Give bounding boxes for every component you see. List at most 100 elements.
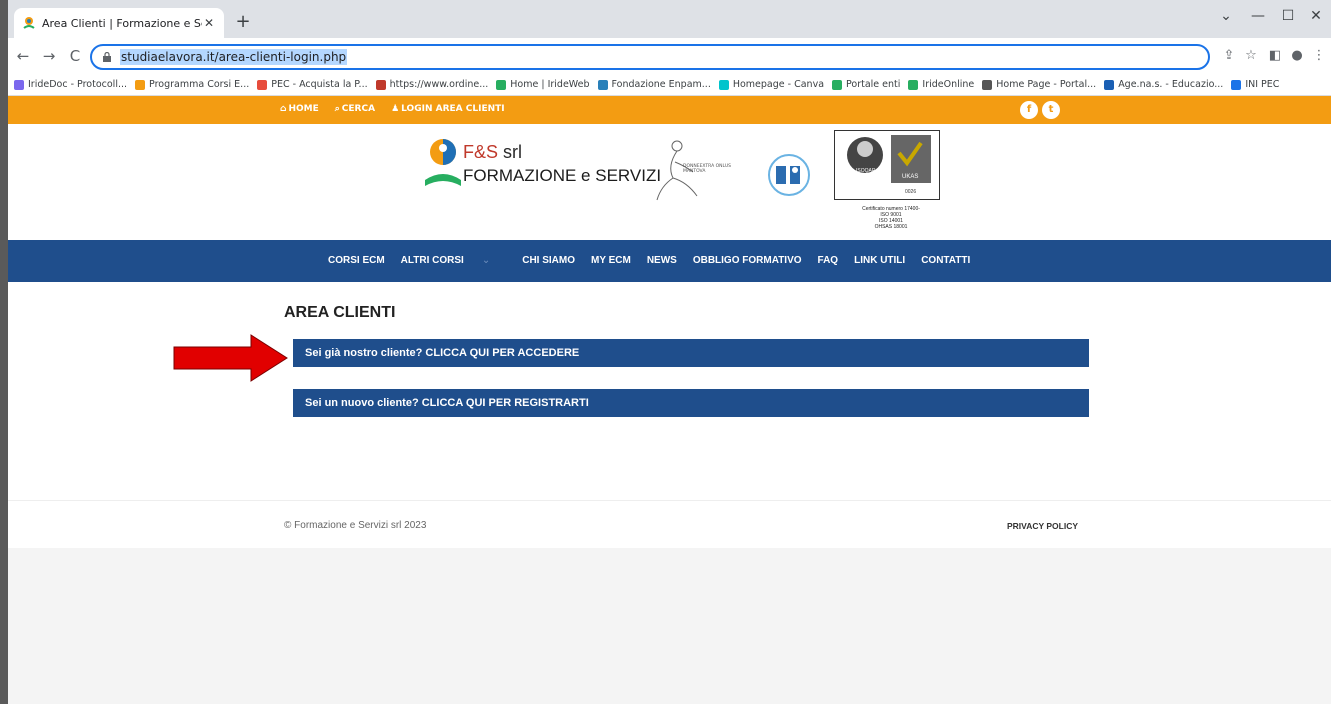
bookmark-item[interactable]: Homepage - Canva <box>718 79 825 90</box>
minimize-button[interactable]: — <box>1244 8 1272 24</box>
bookmark-item[interactable]: Age.na.s. - Educazio... <box>1104 79 1223 90</box>
certification-text: Certificato numero 17400- ISO 9001 ISO 1… <box>862 206 920 230</box>
sia-mark-icon <box>776 166 800 184</box>
bookmark-item[interactable]: https://www.ordine... <box>375 79 489 90</box>
bookmark-favicon-icon <box>496 79 507 90</box>
bookmark-favicon-icon <box>597 79 608 90</box>
nav-obbligo-formativo[interactable]: OBBLIGO FORMATIVO <box>693 255 802 266</box>
logo-subtitle: FORMAZIONE e SERVIZI <box>463 166 662 185</box>
nav-faq[interactable]: FAQ <box>818 255 839 266</box>
chevron-down-icon: ⌄ <box>481 255 491 266</box>
bookmark-item[interactable]: PEC - Acquista la P... <box>257 79 368 90</box>
bookmark-label: Fondazione Enpam... <box>611 79 711 90</box>
logo-brand: F&S srl <box>463 142 523 162</box>
certification-badge: ISOQAR UKAS 0026 <box>834 130 940 200</box>
nav-contatti[interactable]: CONTATTI <box>921 255 970 266</box>
bookmark-label: Age.na.s. - Educazio... <box>1118 79 1224 90</box>
nav-my-ecm[interactable]: MY ECM <box>591 255 631 266</box>
bookmark-favicon-icon <box>14 79 24 90</box>
bookmark-favicon-icon <box>908 79 919 90</box>
register-button[interactable]: Sei un nuovo cliente? CLICCA QUI PER REG… <box>293 389 1089 417</box>
ukas-number: 0026 <box>905 189 916 195</box>
tab-close-icon[interactable]: ✕ <box>202 16 216 30</box>
twitter-icon[interactable]: t <box>1042 101 1060 119</box>
lock-icon <box>103 52 111 62</box>
maximize-button[interactable]: ☐ <box>1274 8 1302 24</box>
forward-icon[interactable]: → <box>38 47 60 65</box>
bookmark-favicon-icon <box>1104 79 1115 90</box>
browser-window: Area Clienti | Formazione e Servi ✕ + ⌄ … <box>0 0 1331 704</box>
top-login-link[interactable]: ♟ LOGIN AREA CLIENTI <box>391 104 513 114</box>
bookmark-label: IrideOnline <box>922 79 975 90</box>
bookmark-item[interactable]: IrideDoc - Protocoll... <box>14 79 127 90</box>
new-tab-button[interactable]: + <box>232 12 254 34</box>
certification-badge-graphic: ISOQAR UKAS 0026 <box>847 135 931 195</box>
bookmark-label: Programma Corsi E... <box>149 79 250 90</box>
close-window-button[interactable]: ✕ <box>1302 8 1330 24</box>
site-logo[interactable]: F&S srl FORMAZIONE e SERVIZI <box>423 136 661 196</box>
bookmark-favicon-icon <box>718 79 729 90</box>
back-icon[interactable]: ← <box>12 47 34 65</box>
bookmark-favicon-icon <box>375 79 386 90</box>
bookmark-item[interactable]: INI PEC <box>1231 79 1279 90</box>
red-arrow-annotation <box>173 334 288 382</box>
top-home-link[interactable]: ⌂ HOME <box>280 104 327 114</box>
bookmark-item[interactable]: IrideOnline <box>908 79 974 90</box>
address-bar[interactable]: studiaelavora.it/area-clienti-login.php <box>90 44 1210 70</box>
sia-logo <box>768 154 810 196</box>
bookmark-label: Home | IrideWeb <box>510 79 590 90</box>
tab-strip: Area Clienti | Formazione e Servi ✕ + ⌄ … <box>8 0 1331 38</box>
bookmark-label: PEC - Acquista la P... <box>271 79 368 90</box>
site-footer: © Formazione e Servizi srl 2023 PRIVACY … <box>8 500 1331 548</box>
nav-news[interactable]: NEWS <box>647 255 677 266</box>
home-icon: ⌂ <box>280 104 287 114</box>
main-content: AREA CLIENTI Sei già nostro cliente? CLI… <box>8 282 1331 500</box>
reload-icon[interactable]: C <box>64 47 86 65</box>
user-icon: ♟ <box>391 104 400 114</box>
bookmark-favicon-icon <box>257 79 268 90</box>
url-text[interactable]: studiaelavora.it/area-clienti-login.php <box>120 49 348 65</box>
share-icon[interactable]: ⇪ <box>1220 48 1238 63</box>
browser-toolbar: ← → C studiaelavora.it/area-clienti-logi… <box>8 38 1331 74</box>
tab-title: Area Clienti | Formazione e Servi <box>42 16 202 30</box>
site-header: F&S srl FORMAZIONE e SERVIZI DONNEEXTRA … <box>8 124 1331 240</box>
menu-icon[interactable]: ⋮ <box>1310 48 1328 63</box>
bookmark-item[interactable]: Home Page - Portal... <box>982 79 1096 90</box>
bookmark-label: Home Page - Portal... <box>996 79 1097 90</box>
nav-corsi-ecm[interactable]: CORSI ECM <box>328 255 385 266</box>
site-top-bar: ⌂ HOME ⌕ CERCA ♟ LOGIN AREA CLIENTI f t <box>8 96 1331 124</box>
ukas-text: UKAS <box>902 174 918 180</box>
nav-chi-siamo[interactable]: CHI SIAMO <box>522 255 575 266</box>
bookmark-item[interactable]: Fondazione Enpam... <box>597 79 711 90</box>
top-search-link[interactable]: ⌕ CERCA <box>335 104 383 114</box>
copyright-text: © Formazione e Servizi srl 2023 <box>284 520 427 531</box>
logo-mark-icon <box>425 139 461 186</box>
bookmark-item[interactable]: Home | IrideWeb <box>496 79 590 90</box>
bookmark-label: Portale enti <box>846 79 901 90</box>
privacy-policy-link[interactable]: PRIVACY POLICY <box>1007 521 1078 531</box>
bookmark-label: IrideDoc - Protocoll... <box>28 79 128 90</box>
tab-search-icon[interactable]: ⌄ <box>1212 8 1240 24</box>
bookmark-label: Homepage - Canva <box>732 79 825 90</box>
facebook-icon[interactable]: f <box>1020 101 1038 119</box>
search-icon: ⌕ <box>334 104 340 114</box>
site-favicon-icon <box>23 17 35 29</box>
side-panel-icon[interactable]: ◧ <box>1266 48 1284 63</box>
bookmarks-bar: IrideDoc - Protocoll... Programma Corsi E… <box>8 74 1331 96</box>
bookmark-item[interactable]: Portale enti <box>832 79 900 90</box>
donneextra-text: DONNEEXTRA ONLUS MANTOVA <box>683 164 731 174</box>
nav-link-utili[interactable]: LINK UTILI <box>854 255 905 266</box>
bookmark-favicon-icon <box>982 79 993 90</box>
main-navigation: CORSI ECM ALTRI CORSI ⌄ CHI SIAMO MY ECM … <box>8 240 1331 282</box>
profile-icon[interactable]: ● <box>1288 48 1306 63</box>
login-button[interactable]: Sei già nostro cliente? CLICCA QUI PER A… <box>293 339 1089 367</box>
bookmark-favicon-icon <box>135 79 146 90</box>
browser-tab[interactable]: Area Clienti | Formazione e Servi ✕ <box>14 8 224 38</box>
page-title: AREA CLIENTI <box>284 304 396 321</box>
bookmark-item[interactable]: Programma Corsi E... <box>135 79 249 90</box>
bookmark-favicon-icon <box>832 79 843 90</box>
isoqar-text: ISOQAR <box>856 168 876 174</box>
bookmark-star-icon[interactable]: ☆ <box>1242 48 1260 63</box>
bookmark-label: https://www.ordine... <box>389 79 489 90</box>
nav-altri-corsi[interactable]: ALTRI CORSI ⌄ <box>401 255 507 266</box>
